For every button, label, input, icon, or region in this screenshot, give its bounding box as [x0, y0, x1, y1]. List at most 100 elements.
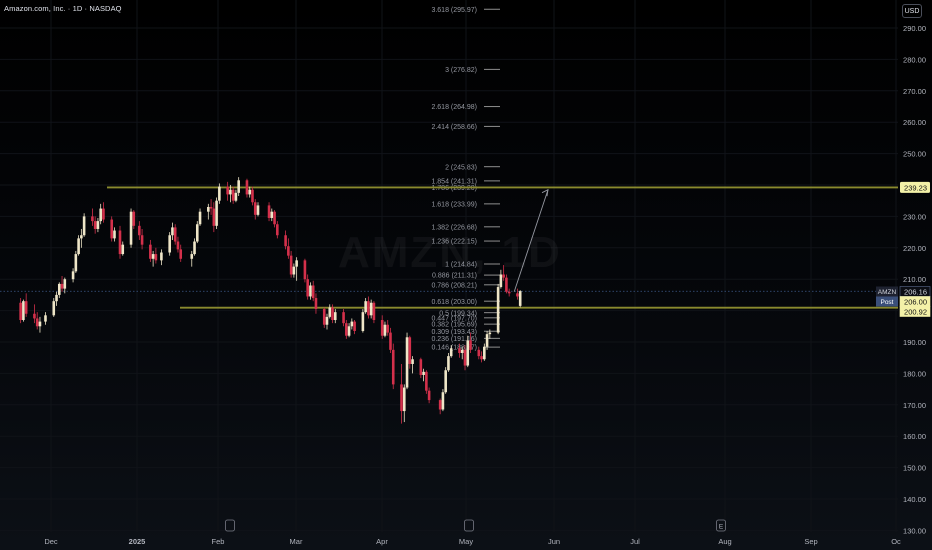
y-tick-label: 130.00: [903, 526, 926, 535]
candle-body: [218, 186, 221, 201]
candle: [52, 298, 56, 317]
candle: [496, 283, 500, 335]
candle-body: [121, 244, 125, 255]
candle-body: [485, 334, 489, 347]
candle: [256, 202, 260, 217]
candle: [287, 238, 290, 259]
candle: [237, 177, 240, 196]
candle-body: [151, 254, 155, 259]
candle: [389, 327, 392, 353]
candle-body: [82, 216, 86, 236]
fib-level-label: 2 (245.83): [445, 164, 477, 171]
candle-body: [438, 400, 442, 410]
time-axis[interactable]: Dec 2025 Feb Mar Apr May Jun Jul Aug Sep Oc E: [44, 519, 901, 546]
candle-body: [441, 392, 445, 410]
candle: [74, 250, 78, 273]
event-marker-label: E: [719, 524, 724, 531]
candle-body: [311, 285, 315, 299]
currency-button[interactable]: USD: [902, 4, 922, 18]
candle: [427, 387, 431, 404]
y-tick-label: 230.00: [903, 212, 926, 221]
candle-body: [198, 211, 202, 225]
fib-level-label: 0.786 (208.21): [431, 282, 477, 289]
candle: [383, 321, 387, 338]
candle-body: [389, 332, 392, 350]
candle-body: [229, 189, 232, 195]
candle-body: [342, 312, 345, 324]
candle: [60, 276, 64, 292]
candle: [132, 210, 136, 229]
candle-body: [287, 246, 290, 256]
candle-body: [209, 206, 213, 209]
candle-body: [179, 249, 183, 259]
candle-body: [129, 211, 133, 245]
candle: [303, 258, 307, 283]
candle-body: [289, 255, 293, 275]
candle: [195, 221, 199, 244]
candle-body: [463, 349, 467, 366]
candle-body: [195, 224, 199, 242]
candle: [96, 217, 100, 233]
candle-body: [231, 189, 235, 201]
price-label-tag: Post: [880, 299, 893, 306]
price-axis[interactable]: 130.00 140.00 150.00 160.00 170.00 180.00 190.…: [903, 24, 926, 535]
candle: [441, 389, 445, 412]
candle-body: [52, 301, 56, 316]
candle: [118, 225, 122, 259]
candle: [284, 230, 287, 250]
candle: [367, 296, 370, 319]
candle-body: [80, 235, 83, 239]
candle-body: [422, 371, 425, 375]
candle-body: [24, 301, 28, 314]
candle-body: [270, 211, 274, 218]
candle-body: [212, 208, 216, 226]
level-price-label: 239.23: [904, 183, 927, 192]
candle: [425, 370, 428, 394]
price-label-row: Post 206.00: [876, 296, 931, 307]
candle-body: [113, 230, 116, 239]
candle-body: [328, 307, 332, 317]
candle: [276, 221, 279, 239]
candle: [516, 288, 519, 300]
y-tick-label: 220.00: [903, 244, 926, 253]
projection-arrowhead: [541, 188, 549, 197]
candle-body: [35, 318, 39, 327]
candle: [411, 356, 414, 374]
candle-body: [284, 235, 287, 247]
y-tick-label: 140.00: [903, 495, 926, 504]
symbol-title[interactable]: Amazon.com, Inc. · 1D · NASDAQ: [4, 4, 122, 13]
candle-body: [74, 254, 78, 272]
candle-body: [331, 307, 334, 321]
candle: [483, 343, 486, 361]
candle: [328, 304, 332, 319]
candle-body: [380, 320, 384, 336]
candle-body: [372, 302, 376, 321]
candle: [345, 320, 348, 339]
symbol-watermark: AMZN, 1D: [338, 228, 562, 278]
candle: [179, 244, 183, 262]
candle: [364, 298, 367, 314]
candle: [245, 178, 249, 198]
candle: [93, 216, 97, 234]
candle-body: [132, 211, 136, 226]
candle-body: [256, 205, 260, 215]
candle-body: [33, 313, 36, 319]
candle: [99, 203, 102, 225]
candle-body: [505, 277, 508, 292]
candle: [234, 189, 238, 203]
candle-body: [248, 189, 252, 195]
candle-body: [102, 208, 105, 220]
candle: [251, 186, 254, 206]
candle-body: [118, 230, 122, 255]
candle: [77, 235, 80, 256]
candle-body: [215, 200, 218, 226]
fib-level-label: 2.618 (264.98): [431, 104, 477, 111]
candle: [212, 202, 216, 233]
candle-body: [458, 348, 461, 353]
candle-body: [364, 301, 367, 313]
candle: [402, 384, 406, 423]
candle: [140, 228, 144, 250]
candle: [306, 274, 309, 300]
candle: [55, 291, 58, 306]
candle: [35, 312, 39, 330]
